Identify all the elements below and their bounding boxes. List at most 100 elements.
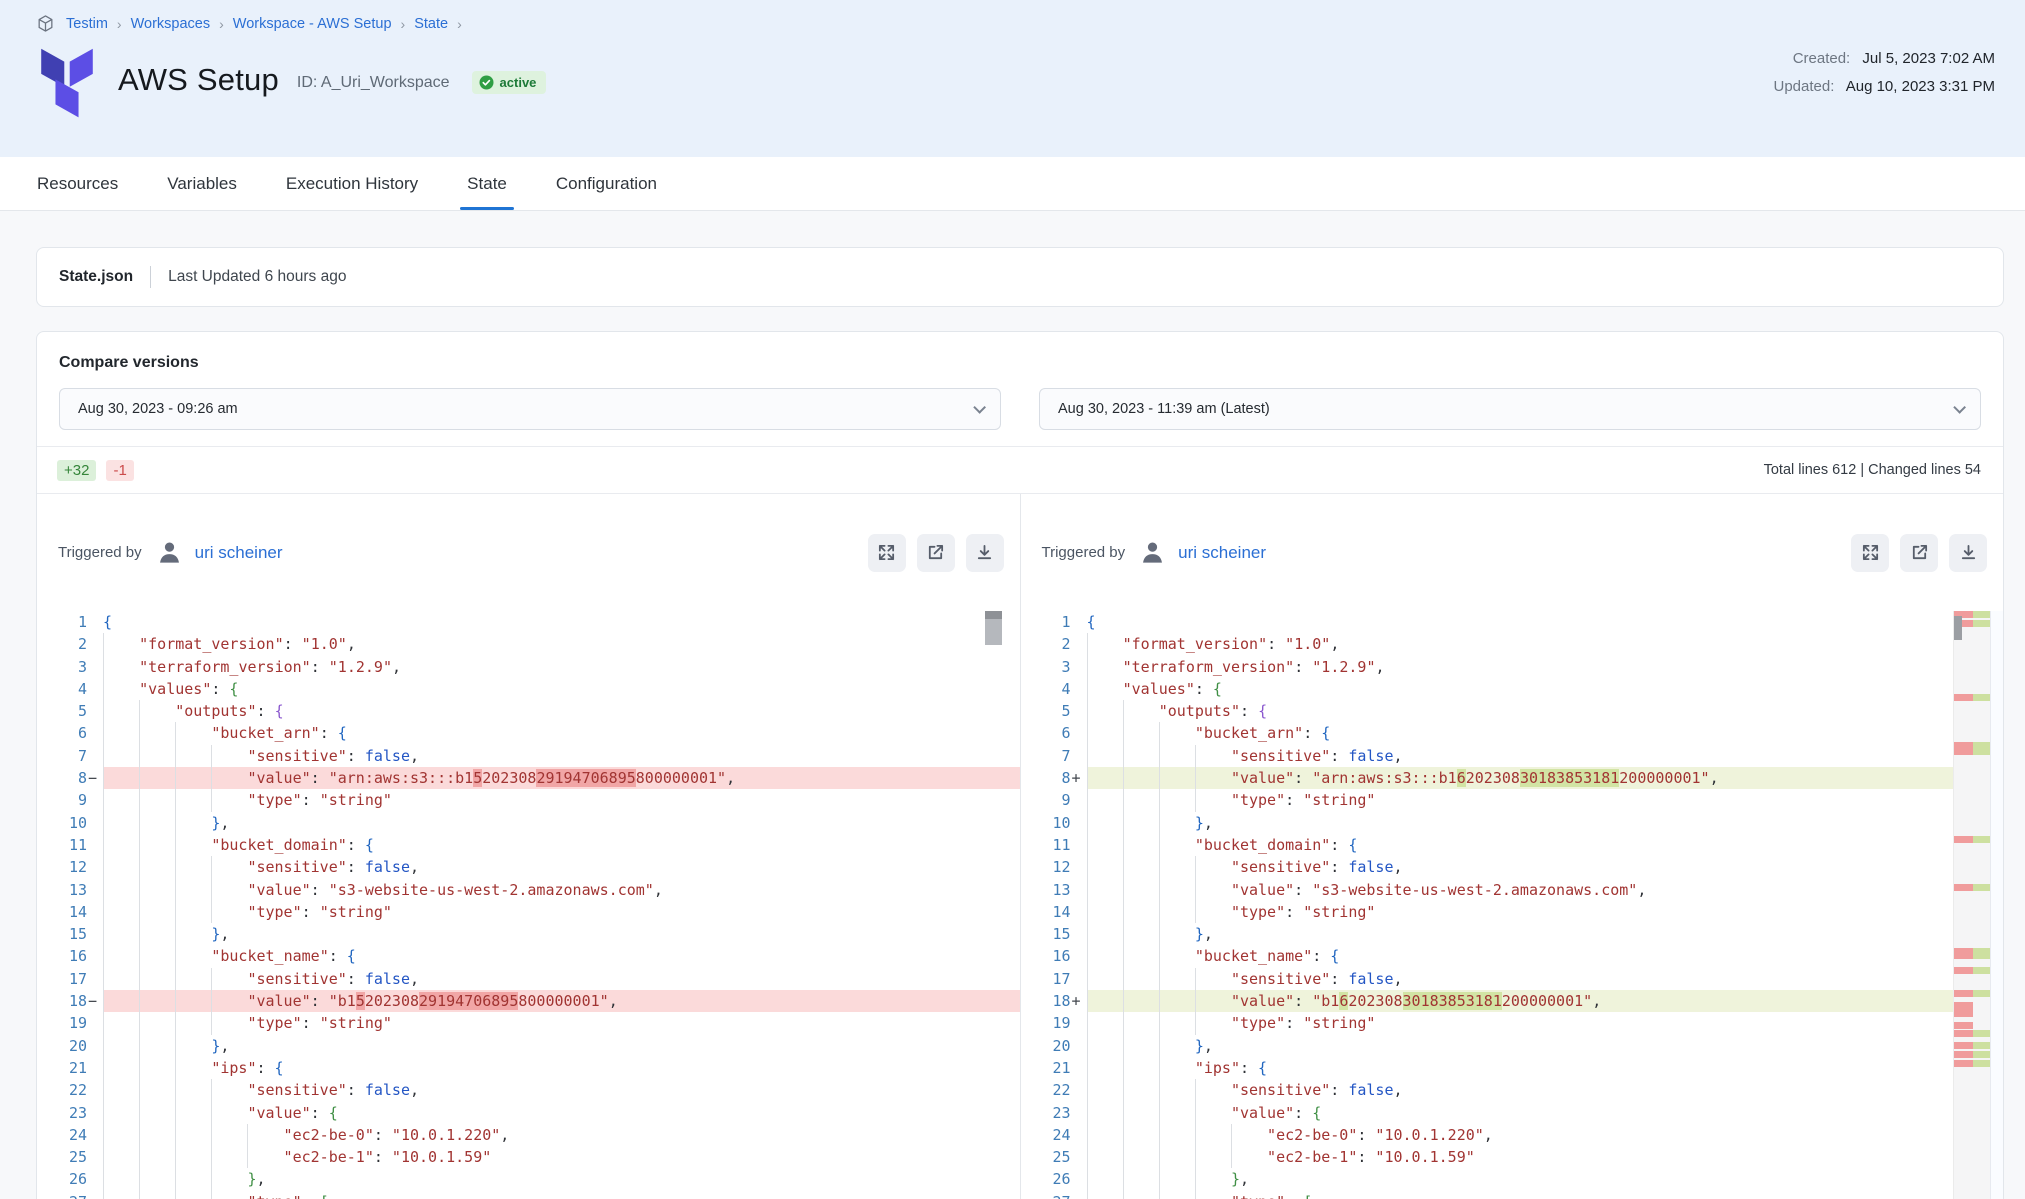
lines-summary: Total lines 612 | Changed lines 54	[1764, 462, 1981, 478]
code-line: 6"bucket_arn": {	[37, 722, 1020, 744]
code-line: 26},	[37, 1168, 1020, 1190]
chevron-down-icon	[973, 401, 986, 414]
code-line: 21"ips": {	[37, 1057, 1020, 1079]
code-line: 17"sensitive": false,	[1021, 968, 1954, 990]
minimap-scroll-thumb[interactable]	[1954, 616, 1962, 640]
code-line: 14"type": "string"	[37, 901, 1020, 923]
expand-fullscreen-button[interactable]	[1851, 534, 1889, 572]
code-line: 12"sensitive": false,	[37, 856, 1020, 878]
triggered-by-label: Triggered by	[58, 544, 142, 561]
code-line: 18+"value": "b16202308301838531812000000…	[1021, 990, 1954, 1012]
user-avatar-icon	[156, 539, 183, 566]
compare-section: Compare versions Aug 30, 2023 - 09:26 am…	[37, 332, 2003, 446]
chevron-down-icon	[1953, 401, 1966, 414]
triggered-by-user-link[interactable]: uri scheiner	[1178, 543, 1266, 563]
tab-state[interactable]: State	[467, 157, 507, 210]
breadcrumb-link-workspaces[interactable]: Workspaces	[131, 16, 211, 32]
breadcrumb-link-workspace-aws-setup[interactable]: Workspace - AWS Setup	[233, 16, 392, 32]
tab-resources[interactable]: Resources	[37, 157, 118, 210]
code-line: 24"ec2-be-0": "10.0.1.220",	[1021, 1124, 1954, 1146]
breadcrumb-separator: ›	[457, 16, 462, 32]
code-line: 3"terraform_version": "1.2.9",	[37, 656, 1020, 678]
terraform-logo-icon	[38, 42, 96, 118]
breadcrumb-separator: ›	[219, 16, 224, 32]
main-content: State.json Last Updated 6 hours ago Comp…	[0, 211, 2025, 1199]
code-line: 17"sensitive": false,	[37, 968, 1020, 990]
divider	[150, 266, 151, 288]
page-title: AWS Setup	[118, 62, 279, 98]
code-line: 12"sensitive": false,	[1021, 856, 1954, 878]
tab-configuration[interactable]: Configuration	[556, 157, 657, 210]
code-line: 13"value": "s3-website-us-west-2.amazona…	[37, 879, 1020, 901]
compare-card: Compare versions Aug 30, 2023 - 09:26 am…	[36, 331, 2004, 1199]
code-line: 8−"value": "arn:aws:s3:::b15202308291947…	[37, 767, 1020, 789]
code-line: 16"bucket_name": {	[37, 945, 1020, 967]
user-avatar-icon	[1139, 539, 1166, 566]
code-line: 23"value": {	[37, 1102, 1020, 1124]
code-line: 13"value": "s3-website-us-west-2.amazona…	[1021, 879, 1954, 901]
code-line: 20},	[37, 1035, 1020, 1057]
state-file-bar: State.json Last Updated 6 hours ago	[36, 247, 2004, 307]
code-line: 7"sensitive": false,	[1021, 745, 1954, 767]
version-select-right[interactable]: Aug 30, 2023 - 11:39 am (Latest)	[1039, 388, 1981, 430]
code-line: 24"ec2-be-0": "10.0.1.220",	[37, 1124, 1020, 1146]
breadcrumb-link-state[interactable]: State	[414, 16, 448, 32]
status-badge: active	[472, 71, 547, 94]
breadcrumb-link-testim[interactable]: Testim	[66, 16, 108, 32]
breadcrumb-separator: ›	[117, 16, 122, 32]
scrollbar-thumb[interactable]	[985, 619, 1002, 645]
check-circle-icon	[479, 75, 494, 90]
expand-icon	[877, 543, 896, 562]
code-line: 11"bucket_domain": {	[1021, 834, 1954, 856]
created-label: Created:	[1793, 50, 1851, 67]
diff-minimap[interactable]	[1953, 611, 1990, 1199]
code-line: 18−"value": "b15202308291947068958000000…	[37, 990, 1020, 1012]
created-value: Jul 5, 2023 7:02 AM	[1862, 50, 1995, 67]
code-line: 10},	[1021, 812, 1954, 834]
external-link-icon	[1910, 543, 1929, 562]
code-lines: 1{2"format_version": "1.0",3"terraform_v…	[37, 611, 1020, 1199]
page: Testim › Workspaces › Workspace - AWS Se…	[0, 0, 2025, 1199]
open-external-button[interactable]	[1900, 534, 1938, 572]
deletions-badge: -1	[106, 460, 133, 481]
updated-label: Updated:	[1773, 78, 1834, 95]
diff-column-left: Triggered by uri scheiner	[37, 494, 1020, 1199]
code-line: 7"sensitive": false,	[37, 745, 1020, 767]
state-file-name: State.json	[59, 268, 133, 286]
code-line: 3"terraform_version": "1.2.9",	[1021, 656, 1954, 678]
tab-execution-history[interactable]: Execution History	[286, 157, 418, 210]
code-line: 26},	[1021, 1168, 1954, 1190]
version-select-right-value: Aug 30, 2023 - 11:39 am (Latest)	[1058, 401, 1270, 417]
diff-right-header: Triggered by uri scheiner	[1021, 494, 2004, 611]
code-line: 2"format_version": "1.0",	[1021, 633, 1954, 655]
version-select-left-value: Aug 30, 2023 - 09:26 am	[78, 401, 238, 417]
code-lines: 1{2"format_version": "1.0",3"terraform_v…	[1021, 611, 1954, 1199]
diff-view: Triggered by uri scheiner	[37, 494, 2003, 1199]
code-panel-left[interactable]: 1{2"format_version": "1.0",3"terraform_v…	[37, 611, 1020, 1199]
code-line: 4"values": {	[37, 678, 1020, 700]
open-external-button[interactable]	[917, 534, 955, 572]
code-line: 1{	[37, 611, 1020, 633]
code-line: 22"sensitive": false,	[37, 1079, 1020, 1101]
scrollbar-cap	[985, 611, 1002, 619]
box-icon	[36, 14, 55, 33]
download-button[interactable]	[966, 534, 1004, 572]
download-button[interactable]	[1949, 534, 1987, 572]
code-line: 19"type": "string"	[1021, 1012, 1954, 1034]
expand-fullscreen-button[interactable]	[868, 534, 906, 572]
code-line: 2"format_version": "1.0",	[37, 633, 1020, 655]
code-line: 5"outputs": {	[1021, 700, 1954, 722]
scrollbar-track[interactable]	[1990, 611, 2003, 1199]
code-line: 4"values": {	[1021, 678, 1954, 700]
code-line: 15},	[1021, 923, 1954, 945]
breadcrumb-separator: ›	[401, 16, 406, 32]
code-line: 8+"value": "arn:aws:s3:::b16202308301838…	[1021, 767, 1954, 789]
version-select-left[interactable]: Aug 30, 2023 - 09:26 am	[59, 388, 1001, 430]
workspace-id: ID: A_Uri_Workspace	[297, 74, 450, 92]
triggered-by-user-link[interactable]: uri scheiner	[195, 543, 283, 563]
code-panel-right[interactable]: 1{2"format_version": "1.0",3"terraform_v…	[1021, 611, 2004, 1199]
code-line: 23"value": {	[1021, 1102, 1954, 1124]
tab-variables[interactable]: Variables	[167, 157, 237, 210]
status-badge-label: active	[500, 75, 537, 90]
code-line: 14"type": "string"	[1021, 901, 1954, 923]
